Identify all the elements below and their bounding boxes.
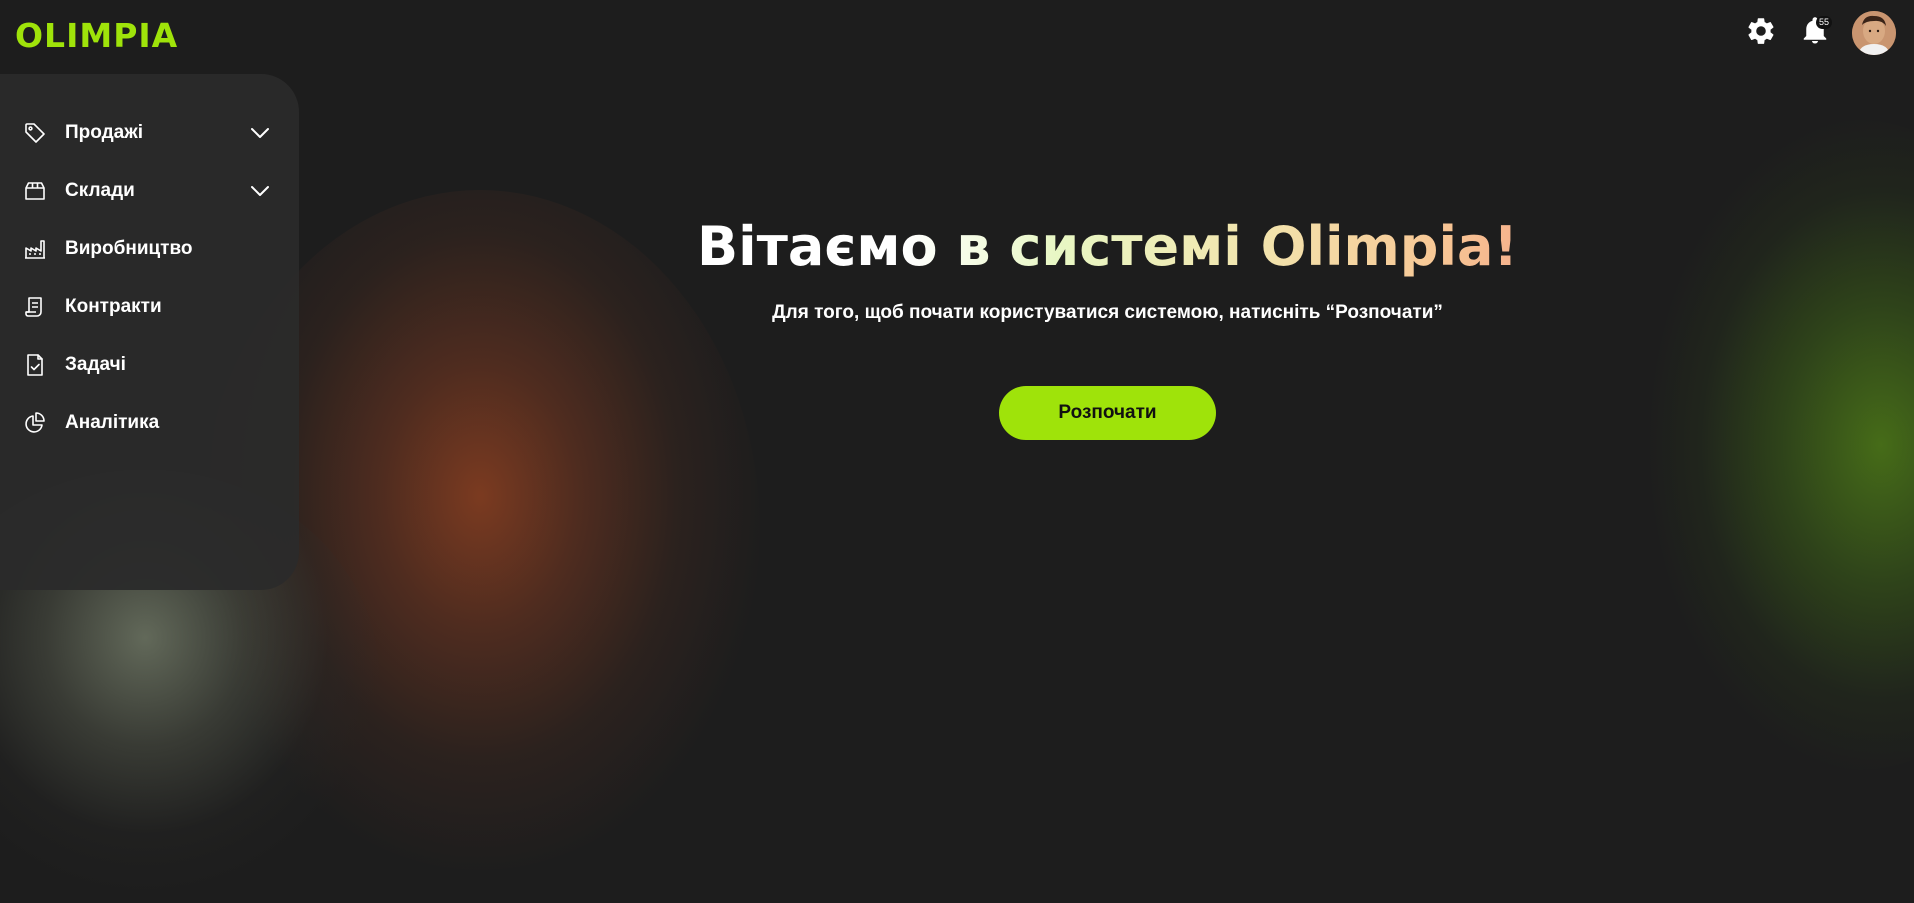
welcome-subtitle: Для того, щоб почати користуватися систе… [772, 302, 1443, 323]
welcome-title: Вітаємо в системі Olimpia! [600, 215, 1615, 278]
sidebar: Продажі Склади Виробництво Контракти Зад… [0, 74, 299, 590]
chevron-down-icon[interactable] [249, 122, 271, 144]
sidebar-item-production[interactable]: Виробництво [0, 220, 299, 278]
chevron-down-icon[interactable] [249, 180, 271, 202]
tag-icon [23, 121, 47, 145]
sidebar-item-sales[interactable]: Продажі [0, 104, 299, 162]
sidebar-item-label: Виробництво [65, 238, 193, 259]
app-logo[interactable]: OLIMPIA [15, 16, 178, 55]
sidebar-item-label: Аналітика [65, 412, 160, 433]
notifications-button[interactable]: 55 [1798, 16, 1832, 50]
user-avatar[interactable] [1852, 11, 1896, 55]
sidebar-item-contracts[interactable]: Контракти [0, 278, 299, 336]
sidebar-item-label: Склади [65, 180, 135, 201]
background-orb-green [1650, 120, 1914, 770]
sidebar-item-label: Продажі [65, 122, 143, 143]
gear-icon [1745, 15, 1777, 52]
task-check-icon [23, 353, 47, 377]
sidebar-item-analytics[interactable]: Аналітика [0, 394, 299, 452]
top-actions: 55 [1744, 11, 1896, 55]
notification-count-badge: 55 [1815, 16, 1832, 29]
pie-chart-icon [23, 411, 47, 435]
sidebar-item-warehouses[interactable]: Склади [0, 162, 299, 220]
welcome-hero: Вітаємо в системі Olimpia! Для того, щоб… [600, 215, 1615, 440]
app-stage: OLIMPIA 55 Продажі Склади Виробництво Ко… [0, 0, 1914, 903]
factory-icon [23, 237, 47, 261]
sidebar-item-label: Контракти [65, 296, 162, 317]
sidebar-item-label: Задачі [65, 354, 126, 375]
sidebar-item-tasks[interactable]: Задачі [0, 336, 299, 394]
document-icon [23, 295, 47, 319]
settings-button[interactable] [1744, 16, 1778, 50]
box-icon [23, 179, 47, 203]
start-button[interactable]: Розпочати [999, 386, 1216, 440]
